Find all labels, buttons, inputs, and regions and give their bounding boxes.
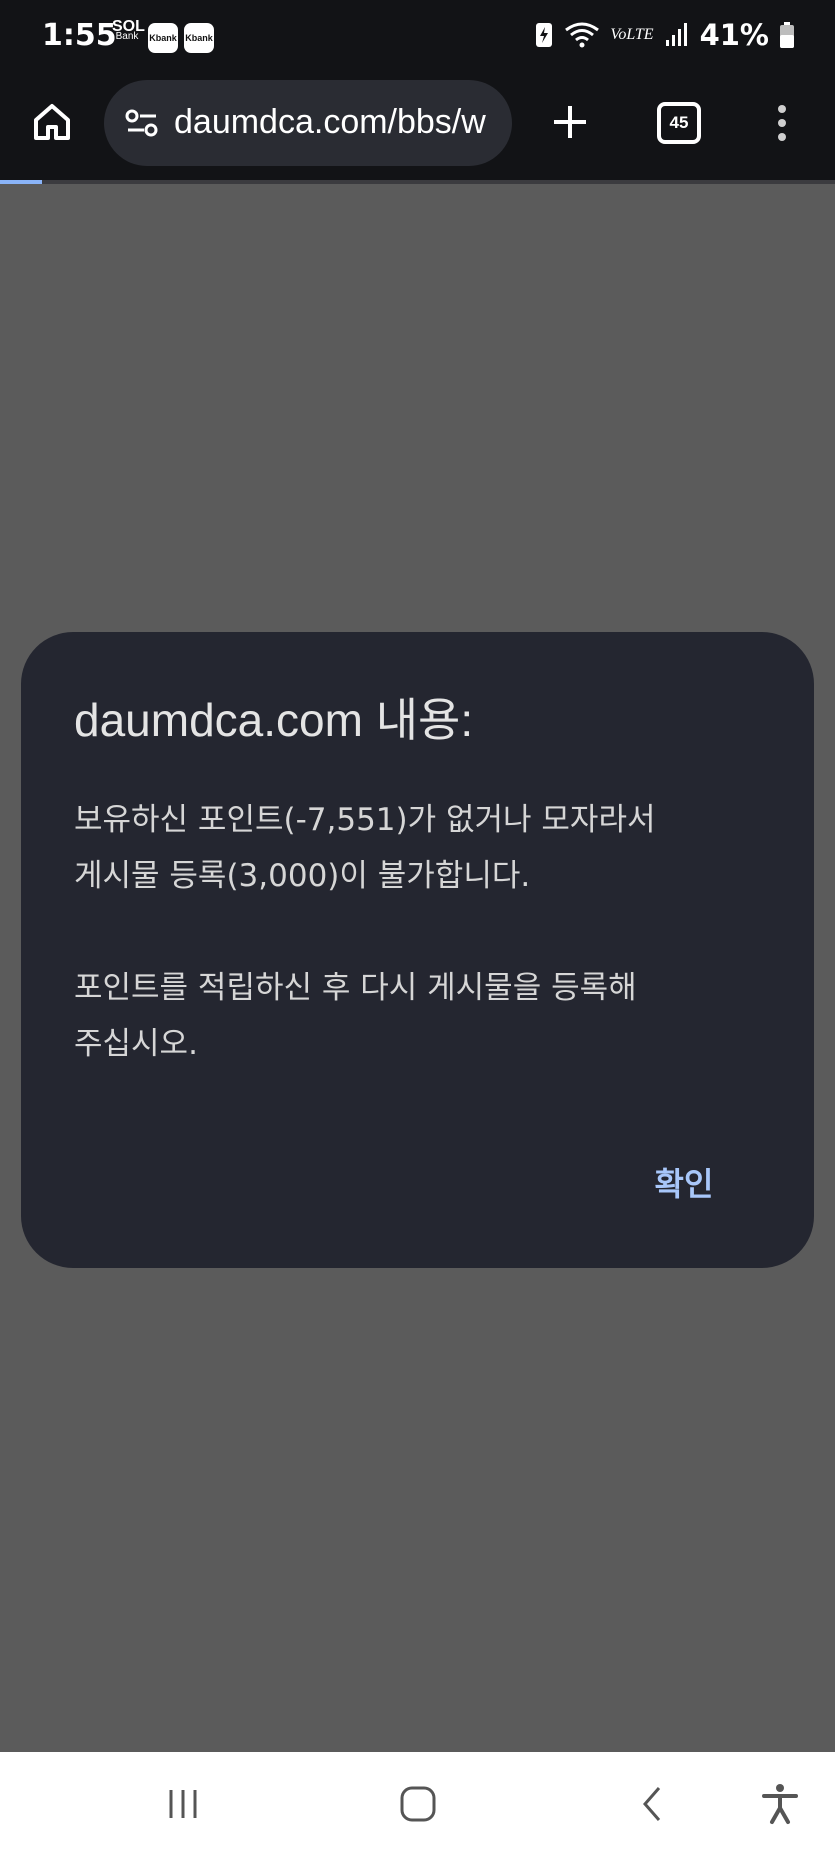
new-tab-icon (554, 106, 586, 138)
status-bar: 1:55 SOL Bank Kbank Kbank VoLTE 41% (0, 0, 835, 76)
back-button[interactable] (624, 1776, 680, 1832)
back-icon (643, 1787, 661, 1821)
kbank-icon: Kbank (148, 23, 178, 53)
more-menu-button[interactable] (760, 98, 804, 148)
battery-icon (780, 22, 794, 48)
sol-bank-icon: SOL Bank (112, 19, 145, 54)
address-bar[interactable]: daumdca.com/bbs/w (104, 80, 512, 166)
tab-switcher-button[interactable]: 45 (652, 98, 706, 148)
home-button[interactable] (22, 92, 82, 152)
url-text[interactable]: daumdca.com/bbs/w (174, 103, 504, 142)
dialog-title: daumdca.com 내용: (74, 694, 474, 746)
accessibility-icon (762, 1784, 798, 1824)
ok-button[interactable]: 확인 (639, 1152, 729, 1212)
status-indicators: VoLTE 41% (534, 18, 795, 52)
volte-indicator: VoLTE (610, 26, 654, 43)
tab-count: 45 (657, 102, 701, 144)
site-settings-button[interactable] (122, 102, 162, 144)
kbank-icon: Kbank (184, 23, 214, 53)
recent-apps-icon (169, 1790, 197, 1818)
home-button-icon (400, 1786, 436, 1822)
wifi-icon (565, 22, 600, 48)
battery-percent: 41% (699, 18, 769, 52)
home-nav-button[interactable] (390, 1776, 446, 1832)
home-icon (34, 104, 70, 140)
clock: 1:55 (42, 18, 117, 53)
alert-dialog: daumdca.com 내용: 보유하신 포인트(-7,551)가 없거나 모자… (21, 632, 814, 1268)
page-load-progress-fill (0, 180, 42, 184)
recent-apps-button[interactable] (158, 1776, 208, 1832)
more-menu-icon (778, 105, 786, 141)
battery-saver-icon (536, 23, 553, 47)
sol-bank-sublabel: Bank (115, 31, 139, 42)
system-nav-bar (0, 1752, 835, 1856)
dialog-message: 보유하신 포인트(-7,551)가 없거나 모자라서 게시물 등록(3,000)… (74, 802, 656, 1062)
accessibility-button[interactable] (752, 1776, 808, 1832)
new-tab-button[interactable] (540, 92, 600, 152)
notification-icons: SOL Bank Kbank Kbank (112, 19, 214, 54)
page-load-progress (0, 180, 835, 184)
site-settings-icon (125, 109, 158, 137)
signal-icon (665, 23, 687, 46)
